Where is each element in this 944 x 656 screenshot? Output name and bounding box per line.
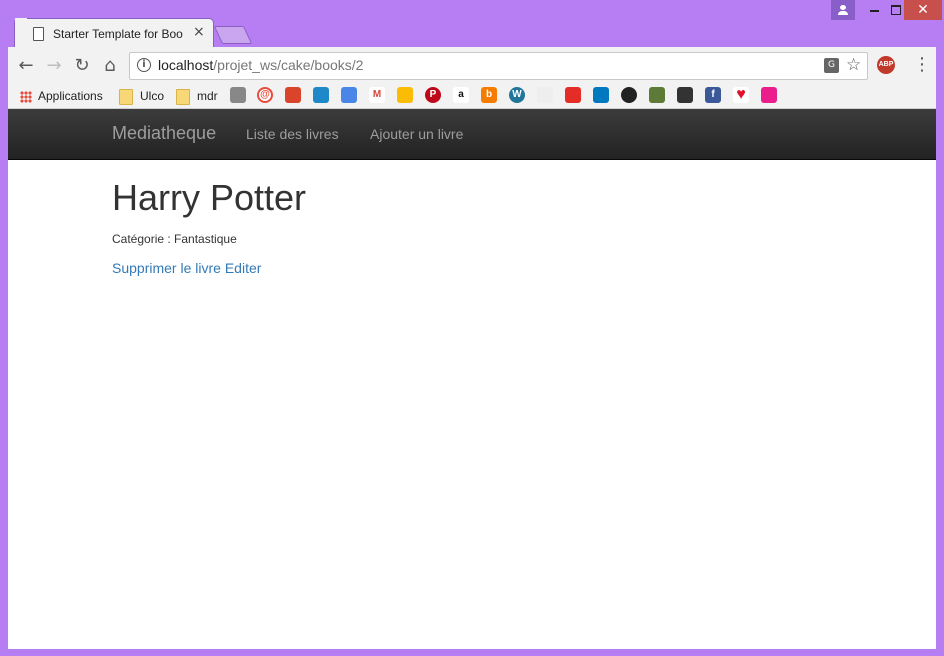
nav-link-add-book[interactable]: Ajouter un livre xyxy=(370,126,463,142)
book-actions: Supprimer le livre Editer xyxy=(112,260,261,276)
bookmark-gmail-icon[interactable]: M xyxy=(369,87,385,103)
adblock-icon[interactable]: ABP xyxy=(877,56,895,74)
tab-close-icon[interactable]: × xyxy=(193,24,205,40)
url-text[interactable]: localhost/projet_ws/cake/books/2 xyxy=(158,57,363,73)
bookmark-youtube-icon[interactable] xyxy=(565,87,581,103)
minimize-button[interactable] xyxy=(862,0,888,20)
site-navbar: Mediatheque Liste des livres Ajouter un … xyxy=(8,109,936,160)
delete-book-link[interactable]: Supprimer le livre xyxy=(112,260,221,276)
apps-grid-icon xyxy=(20,90,32,103)
browser-toolbar: ← → ↻ ⌂ i localhost/projet_ws/cake/books… xyxy=(8,47,936,84)
bookmark-github-icon[interactable] xyxy=(621,87,637,103)
star-icon[interactable]: ☆ xyxy=(846,55,861,75)
book-title: Harry Potter xyxy=(112,177,307,218)
page-icon xyxy=(33,27,44,41)
edit-book-link[interactable]: Editer xyxy=(225,260,262,276)
address-bar[interactable]: i localhost/projet_ws/cake/books/2 G ☆ xyxy=(129,52,868,80)
bookmark-blue-icon[interactable] xyxy=(313,87,329,103)
book-category: Catégorie : Fantastique xyxy=(112,232,237,246)
home-icon[interactable]: ⌂ xyxy=(100,56,120,76)
bookmark-drive-icon[interactable] xyxy=(397,87,413,103)
bookmark-grey-icon[interactable] xyxy=(537,87,553,103)
info-icon[interactable]: i xyxy=(137,58,151,72)
bookmark-b-icon[interactable]: b xyxy=(481,87,497,103)
nav-link-book-list[interactable]: Liste des livres xyxy=(246,126,339,142)
navbar-brand[interactable]: Mediatheque xyxy=(112,123,216,144)
window-close-button[interactable]: ✕ xyxy=(904,0,942,20)
folder-icon xyxy=(119,88,133,105)
tab-title: Starter Template for Bootstrap xyxy=(53,27,183,41)
bookmark-folder-ulco[interactable]: Ulco xyxy=(119,87,164,105)
bookmark-heart-icon[interactable]: ♥ xyxy=(733,87,749,103)
folder-icon xyxy=(176,88,190,105)
forward-icon[interactable]: → xyxy=(44,56,64,76)
bookmark-pinterest-icon[interactable]: P xyxy=(425,87,441,103)
reload-icon[interactable]: ↻ xyxy=(72,56,92,76)
bookmark-calendar-icon[interactable] xyxy=(341,87,357,103)
bookmark-at-icon[interactable]: @ xyxy=(257,87,273,103)
menu-icon[interactable]: ⋮ xyxy=(913,53,931,77)
bookmark-facebook-icon[interactable]: f xyxy=(705,87,721,103)
bookmark-red-icon[interactable] xyxy=(285,87,301,103)
bookmark-pink-icon[interactable] xyxy=(761,87,777,103)
translate-icon[interactable]: G xyxy=(824,58,839,73)
new-tab-button[interactable] xyxy=(213,26,253,44)
browser-tab-active[interactable]: Starter Template for Bootstrap × xyxy=(14,18,214,49)
bookmark-amazon-icon[interactable]: a xyxy=(453,87,469,103)
bookmark-gamepad-icon[interactable] xyxy=(677,87,693,103)
bookmark-minecraft-icon[interactable] xyxy=(649,87,665,103)
bookmark-wordpress-icon[interactable]: W xyxy=(509,87,525,103)
back-icon[interactable]: ← xyxy=(16,56,36,76)
bookmarks-bar: Applications Ulco mdr @ M P a b W f ♥ xyxy=(8,84,936,109)
user-profile-icon[interactable] xyxy=(831,0,855,20)
bookmark-folder-mdr[interactable]: mdr xyxy=(176,87,218,105)
bookmark-trello-icon[interactable] xyxy=(593,87,609,103)
page-viewport: Mediatheque Liste des livres Ajouter un … xyxy=(8,109,936,649)
window-titlebar: Starter Template for Bootstrap × ✕ xyxy=(0,0,944,49)
bookmark-news-icon[interactable] xyxy=(230,87,246,103)
bookmark-applications[interactable]: Applications xyxy=(20,87,103,105)
